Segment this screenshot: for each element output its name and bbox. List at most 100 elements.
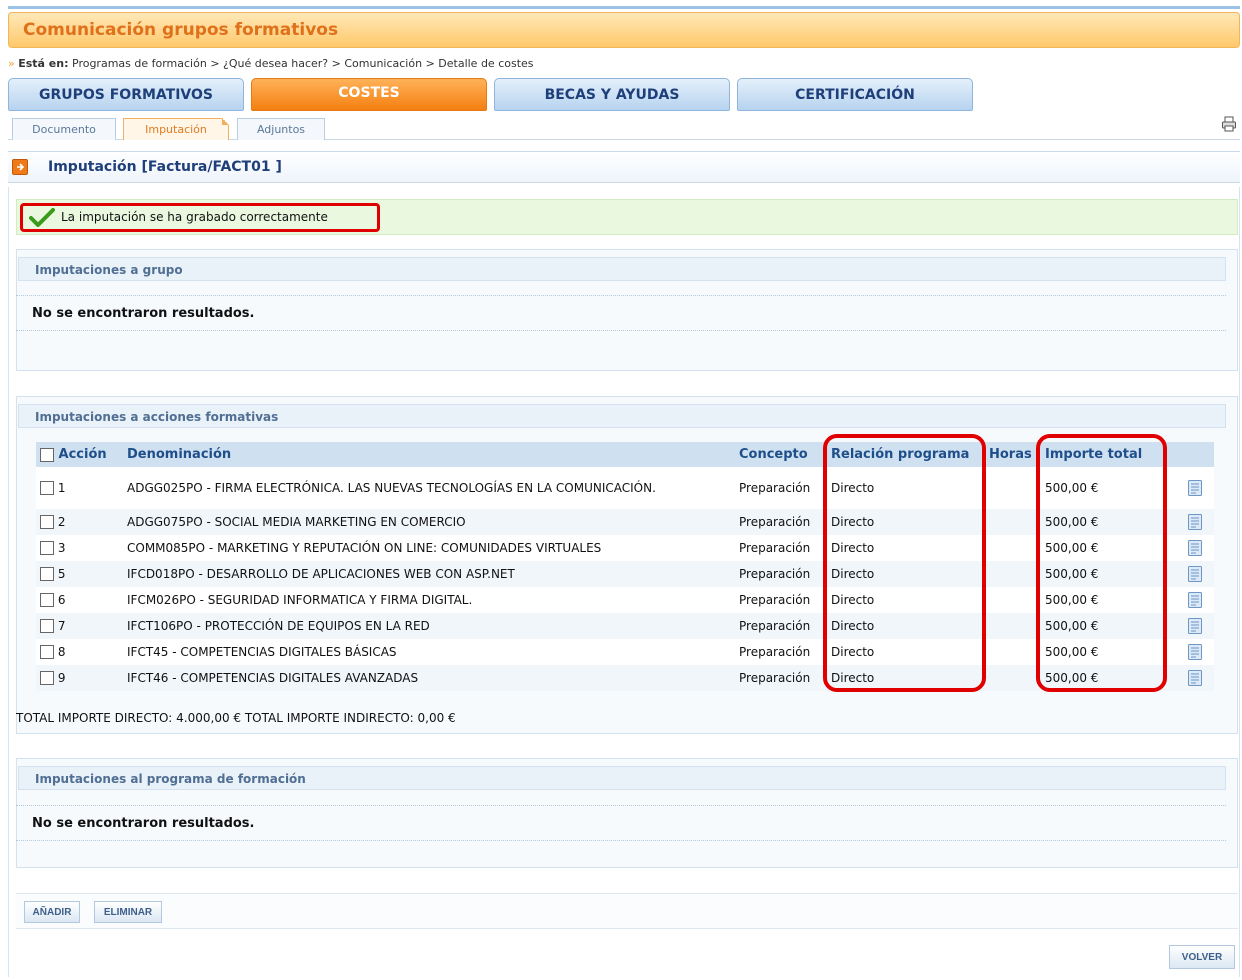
panel-title-programa: Imputaciones al programa de formación bbox=[18, 766, 1226, 790]
tab-certificacion[interactable]: CERTIFICACIÓN bbox=[737, 78, 973, 111]
table-row: 3 COMM085PO - MARKETING Y REPUTACIÓN ON L… bbox=[36, 535, 1214, 561]
cell-concepto: Preparación bbox=[735, 467, 827, 509]
cell-importe: 500,00 € bbox=[1041, 587, 1171, 613]
cell-denominacion: IFCM026PO - SEGURIDAD INFORMATICA Y FIRM… bbox=[123, 587, 735, 613]
row-checkbox[interactable] bbox=[40, 541, 54, 556]
cell-denominacion: ADGG025PO - FIRMA ELECTRÓNICA. LAS NUEVA… bbox=[123, 467, 735, 509]
cell-accion: 7 bbox=[36, 613, 123, 639]
no-results-programa: No se encontraron resultados. bbox=[16, 805, 1226, 841]
table-row: 9 IFCT46 - COMPETENCIAS DIGITALES AVANZAD… bbox=[36, 665, 1214, 691]
cell-relacion: Directo bbox=[827, 535, 985, 561]
document-icon[interactable] bbox=[1187, 540, 1202, 556]
cell-relacion: Directo bbox=[827, 561, 985, 587]
cell-detail bbox=[1171, 509, 1214, 535]
cell-horas bbox=[985, 665, 1041, 691]
cell-concepto: Preparación bbox=[735, 535, 827, 561]
document-icon[interactable] bbox=[1187, 592, 1202, 608]
cell-detail bbox=[1171, 561, 1214, 587]
cell-accion: 3 bbox=[36, 535, 123, 561]
tab-becas-y-ayudas[interactable]: BECAS Y AYUDAS bbox=[494, 78, 730, 111]
row-checkbox[interactable] bbox=[40, 593, 54, 608]
section-title: Imputación [Factura/FACT01 ] bbox=[48, 159, 282, 175]
document-icon[interactable] bbox=[1187, 644, 1202, 660]
tab-grupos-formativos[interactable]: GRUPOS FORMATIVOS bbox=[8, 78, 244, 111]
document-icon[interactable] bbox=[1187, 514, 1202, 530]
table-row: 6 IFCM026PO - SEGURIDAD INFORMATICA Y FIR… bbox=[36, 587, 1214, 613]
header-accion-label[interactable]: Acción bbox=[59, 447, 107, 462]
cell-importe: 500,00 € bbox=[1041, 535, 1171, 561]
cell-concepto: Preparación bbox=[735, 587, 827, 613]
document-icon[interactable] bbox=[1187, 670, 1202, 686]
cell-importe: 500,00 € bbox=[1041, 509, 1171, 535]
row-checkbox[interactable] bbox=[40, 645, 54, 660]
accion-number: 8 bbox=[57, 644, 66, 659]
table-row: 1 ADGG025PO - FIRMA ELECTRÓNICA. LAS NUEV… bbox=[36, 467, 1214, 509]
cell-horas bbox=[985, 587, 1041, 613]
cell-horas bbox=[985, 639, 1041, 665]
cell-detail bbox=[1171, 467, 1214, 509]
subtab-adjuntos[interactable]: Adjuntos bbox=[237, 118, 325, 140]
subtab-documento[interactable]: Documento bbox=[12, 118, 116, 140]
cell-concepto: Preparación bbox=[735, 509, 827, 535]
cell-denominacion: ADGG075PO - SOCIAL MEDIA MARKETING EN CO… bbox=[123, 509, 735, 535]
checkmark-icon bbox=[29, 208, 55, 227]
acciones-table: Acción Denominación Concepto Relación pr… bbox=[36, 442, 1214, 691]
cell-detail bbox=[1171, 613, 1214, 639]
row-checkbox[interactable] bbox=[40, 481, 54, 496]
cell-horas bbox=[985, 535, 1041, 561]
select-all-checkbox[interactable] bbox=[40, 447, 54, 462]
cell-horas bbox=[985, 561, 1041, 587]
page-title: Comunicación grupos formativos bbox=[8, 12, 1240, 48]
cell-importe: 500,00 € bbox=[1041, 639, 1171, 665]
row-checkbox[interactable] bbox=[40, 515, 54, 530]
row-checkbox[interactable] bbox=[40, 567, 54, 582]
delete-button[interactable]: ELIMINAR bbox=[94, 901, 162, 923]
add-button[interactable]: AÑADIR bbox=[24, 901, 80, 923]
cell-denominacion: IFCT106PO - PROTECCIÓN DE EQUIPOS EN LA … bbox=[123, 613, 735, 639]
breadcrumb-path[interactable]: Programas de formación > ¿Qué desea hace… bbox=[72, 57, 534, 70]
cell-concepto: Preparación bbox=[735, 665, 827, 691]
cell-denominacion: IFCT46 - COMPETENCIAS DIGITALES AVANZADA… bbox=[123, 665, 735, 691]
cell-accion: 6 bbox=[36, 587, 123, 613]
table-row: 5 IFCD018PO - DESARROLLO DE APLICACIONES … bbox=[36, 561, 1214, 587]
cell-detail bbox=[1171, 535, 1214, 561]
cell-denominacion: COMM085PO - MARKETING Y REPUTACIÓN ON LI… bbox=[123, 535, 735, 561]
header-concepto[interactable]: Concepto bbox=[735, 442, 827, 467]
cell-detail bbox=[1171, 587, 1214, 613]
document-icon[interactable] bbox=[1187, 618, 1202, 634]
cell-accion: 2 bbox=[36, 509, 123, 535]
row-checkbox[interactable] bbox=[40, 619, 54, 634]
header-relacion[interactable]: Relación programa bbox=[827, 442, 985, 467]
header-importe[interactable]: Importe total bbox=[1041, 442, 1171, 467]
cell-concepto: Preparación bbox=[735, 639, 827, 665]
section-header: Imputación [Factura/FACT01 ] bbox=[8, 151, 1240, 183]
cell-importe: 500,00 € bbox=[1041, 665, 1171, 691]
header-accion: Acción bbox=[36, 442, 123, 467]
cell-detail bbox=[1171, 639, 1214, 665]
accion-number: 7 bbox=[57, 618, 66, 633]
tab-costes[interactable]: COSTES bbox=[251, 78, 487, 111]
breadcrumb: » Está en: Programas de formación > ¿Qué… bbox=[8, 57, 534, 70]
subtab-imputacion[interactable]: Imputación bbox=[123, 118, 229, 140]
document-icon[interactable] bbox=[1187, 480, 1202, 496]
table-row: 7 IFCT106PO - PROTECCIÓN DE EQUIPOS EN LA… bbox=[36, 613, 1214, 639]
cell-denominacion: IFCD018PO - DESARROLLO DE APLICACIONES W… bbox=[123, 561, 735, 587]
cell-horas bbox=[985, 613, 1041, 639]
printer-icon[interactable] bbox=[1221, 116, 1237, 132]
cell-importe: 500,00 € bbox=[1041, 613, 1171, 639]
document-icon[interactable] bbox=[1187, 566, 1202, 582]
cell-accion: 1 bbox=[36, 467, 123, 509]
cell-relacion: Directo bbox=[827, 467, 985, 509]
header-horas[interactable]: Horas bbox=[985, 442, 1041, 467]
cell-relacion: Directo bbox=[827, 613, 985, 639]
back-button[interactable]: VOLVER bbox=[1169, 945, 1235, 969]
cell-concepto: Preparación bbox=[735, 613, 827, 639]
cell-importe: 500,00 € bbox=[1041, 467, 1171, 509]
row-checkbox[interactable] bbox=[40, 671, 54, 686]
cell-accion: 8 bbox=[36, 639, 123, 665]
header-denominacion[interactable]: Denominación bbox=[123, 442, 735, 467]
cell-relacion: Directo bbox=[827, 509, 985, 535]
header-actions bbox=[1171, 442, 1214, 467]
cell-concepto: Preparación bbox=[735, 561, 827, 587]
cell-horas bbox=[985, 509, 1041, 535]
